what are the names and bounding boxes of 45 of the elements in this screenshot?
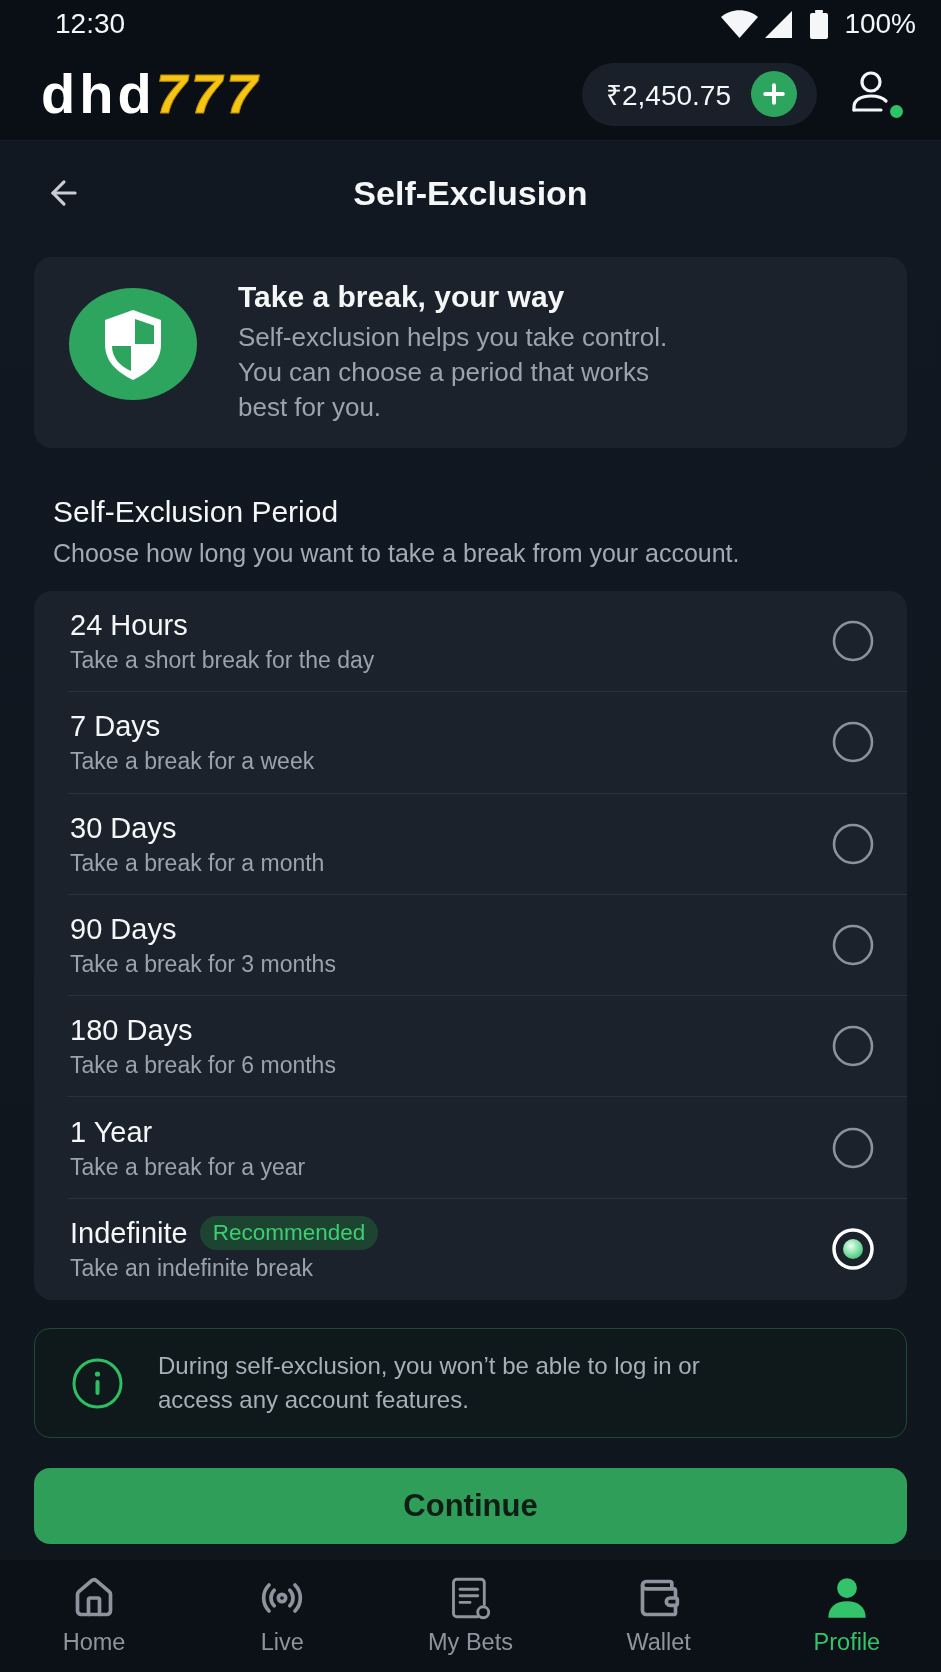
nav-tab[interactable]: Live (188, 1560, 377, 1672)
card-title: Take a break, your way (238, 279, 566, 315)
option-description: Take a short break for the day (70, 646, 376, 676)
option-description: Take a break for 6 months (70, 1051, 337, 1081)
notice-text: During self-exclusion, you won’t be able to log in or access any account features. (158, 1351, 701, 1415)
recommended-badge: Recommended (199, 1216, 379, 1251)
continue-button[interactable]: Continue (34, 1468, 907, 1544)
option-label: 30 Days (70, 810, 177, 846)
radio-button[interactable] (832, 620, 874, 663)
balance-amount: ₹2,450.75 (606, 79, 731, 113)
card-text: Self-exclusion helps you take control. You can choose a period that works best for you. (238, 321, 669, 424)
option-description: Take a break for a year (70, 1152, 307, 1182)
radio-button[interactable] (832, 924, 874, 967)
section-heading: Self-Exclusion Period (53, 494, 340, 530)
info-icon (72, 1357, 123, 1409)
page-title: Self-Exclusion (353, 173, 588, 213)
radio-button[interactable] (832, 1126, 874, 1169)
shield-icon (69, 288, 197, 400)
option-description: Take a break for a month (70, 848, 326, 878)
option-label: 1 Year (70, 1114, 153, 1150)
add-funds-button[interactable] (751, 71, 797, 117)
battery-percent: 100% (844, 8, 916, 40)
option-label: 24 Hours (70, 608, 188, 644)
logo: dhd777 (41, 64, 262, 124)
radio-button[interactable] (832, 1025, 874, 1068)
option-label: Indefinite (70, 1216, 188, 1252)
nav-tab[interactable]: Wallet (564, 1560, 753, 1672)
option-label: 90 Days (70, 912, 177, 948)
radio-button[interactable] (832, 822, 874, 865)
nav-tab[interactable]: Home (0, 1560, 189, 1672)
section-subtitle: Choose how long you want to take a break from your account. (53, 538, 741, 568)
option-label: 180 Days (70, 1013, 193, 1049)
nav-tab[interactable]: Profile (752, 1560, 941, 1672)
radio-button[interactable] (832, 721, 874, 764)
option-label: 7 Days (70, 709, 161, 745)
signal-icon (765, 10, 793, 38)
option-description: Take an indefinite break (70, 1254, 314, 1284)
option-description: Take a break for 3 months (70, 950, 337, 980)
profile-button[interactable] (851, 70, 903, 118)
wifi-icon (721, 10, 759, 38)
status-dot-icon (890, 105, 903, 118)
status-time: 12:30 (55, 8, 126, 40)
battery-icon (810, 9, 829, 39)
option-description: Take a break for a week (70, 747, 316, 777)
nav-tab[interactable]: My Bets (376, 1560, 565, 1672)
